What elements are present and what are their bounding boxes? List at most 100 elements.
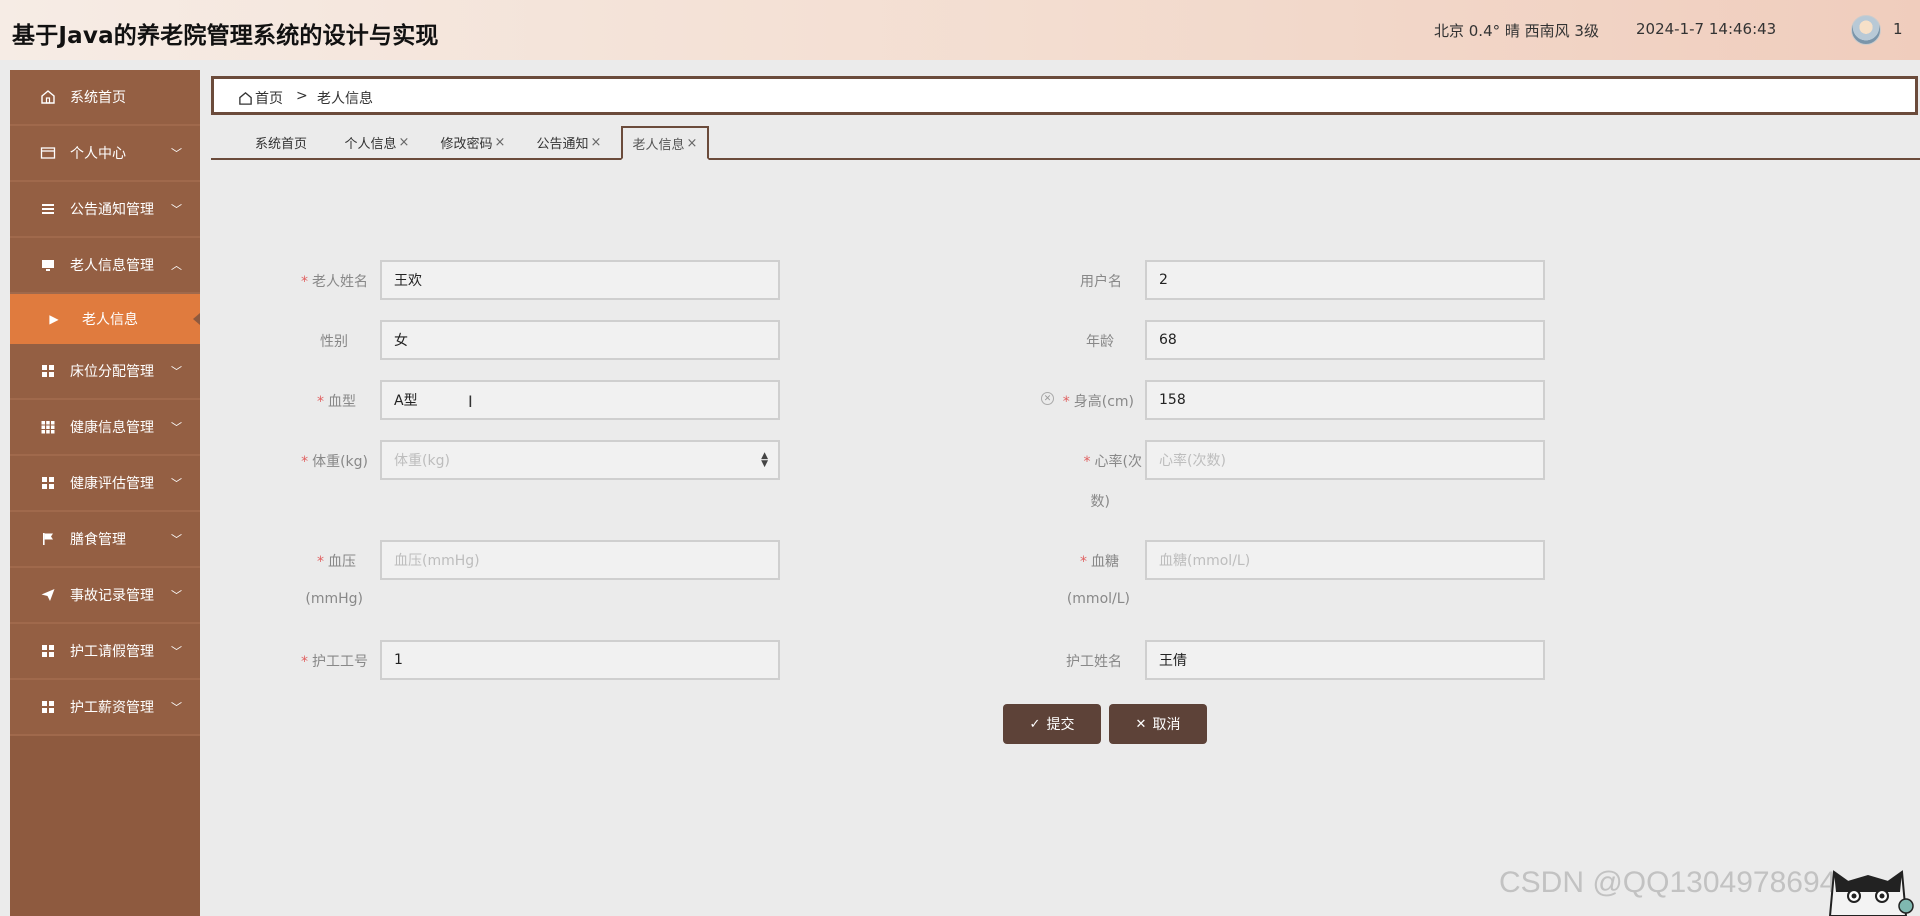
tab-personal-info[interactable]: 个人信息 × [337, 126, 417, 158]
sidebar-item-label: 公告通知管理 [70, 202, 154, 218]
sidebar-item-label: 膳食管理 [70, 532, 126, 548]
tab-elder-info[interactable]: 老人信息 × [621, 126, 709, 160]
sidebar: 系统首页 个人中心 ﹀ 公告通知管理 ﹀ 老人信息管理 ︿ ▶ 老人信息 床位分… [10, 70, 200, 916]
sidebar-item-elder-manage[interactable]: 老人信息管理 ︿ [10, 238, 200, 294]
age-input[interactable]: 68 [1145, 320, 1545, 360]
tab-change-password[interactable]: 修改密码 × [433, 126, 513, 158]
nurse-name-input[interactable]: 王倩 [1145, 640, 1545, 680]
send-icon [40, 587, 56, 603]
check-icon: ✓ [1029, 716, 1041, 732]
tab-label: 系统首页 [254, 136, 307, 152]
tab-label: 修改密码 [440, 136, 493, 152]
chevron-down-icon: ﹀ [171, 533, 182, 546]
close-icon[interactable]: × [495, 135, 506, 150]
blood-sugar-label: * 血糖 [1080, 554, 1119, 570]
weight-input[interactable]: 体重(kg) ▲ ▼ [380, 440, 780, 480]
breadcrumb-current: 老人信息 [317, 91, 373, 107]
close-icon[interactable]: × [687, 136, 698, 151]
close-icon[interactable]: × [399, 135, 410, 150]
heart-rate-label: * 心率(次 [1083, 454, 1142, 470]
card-icon [40, 145, 56, 161]
tab-label: 个人信息 [344, 136, 397, 152]
gender-select[interactable]: 女 [380, 320, 780, 360]
chevron-down-icon: ﹀ [171, 701, 182, 714]
breadcrumb-home-label: 首页 [255, 91, 283, 107]
sidebar-item-bed[interactable]: 床位分配管理 ﹀ [10, 344, 200, 400]
blood-pressure-label-cont: (mmHg) [305, 591, 363, 607]
number-spinner-icon[interactable]: ▲ ▼ [761, 452, 768, 469]
table-icon [40, 419, 56, 435]
sidebar-item-health-eval[interactable]: 健康评估管理 ﹀ [10, 456, 200, 512]
elder-name-input[interactable]: 王欢 [380, 260, 780, 300]
sidebar-item-nurse-salary[interactable]: 护工薪资管理 ﹀ [10, 680, 200, 736]
username-input[interactable]: 2 [1145, 260, 1545, 300]
close-icon[interactable]: × [591, 135, 602, 150]
chevron-down-icon: ﹀ [171, 365, 182, 378]
cancel-button[interactable]: ✕ 取消 [1109, 704, 1207, 744]
height-label: * 身高(cm) [1062, 394, 1134, 410]
height-input[interactable]: 158 [1145, 380, 1545, 420]
sidebar-item-label: 床位分配管理 [70, 364, 154, 380]
avatar[interactable] [1851, 15, 1881, 45]
submit-button[interactable]: ✓ 提交 [1003, 704, 1101, 744]
grid-icon [40, 699, 56, 715]
flag-icon [40, 531, 56, 547]
sidebar-item-nurse-leave[interactable]: 护工请假管理 ﹀ [10, 624, 200, 680]
tab-bar: 系统首页 个人信息 × 修改密码 × 公告通知 × 老人信息 × [211, 126, 1920, 160]
home-icon [239, 91, 252, 105]
chevron-down-icon: ﹀ [171, 147, 182, 160]
breadcrumb-home[interactable]: 首页 [238, 88, 283, 108]
nurse-id-label: * 护工工号 [301, 654, 368, 670]
tab-label: 公告通知 [536, 136, 589, 152]
breadcrumb-separator: > [296, 88, 308, 104]
datetime: 2024-1-7 14:46:43 [1636, 20, 1777, 38]
chevron-down-icon: ﹀ [171, 477, 182, 490]
chevron-down-icon: ﹀ [171, 421, 182, 434]
sidebar-item-notice[interactable]: 公告通知管理 ﹀ [10, 182, 200, 238]
app-title: 基于Java的养老院管理系统的设计与实现 [12, 23, 439, 49]
tab-notice[interactable]: 公告通知 × [529, 126, 609, 158]
sidebar-item-meal[interactable]: 膳食管理 ﹀ [10, 512, 200, 568]
blood-pressure-label: * 血压 [317, 554, 356, 570]
sidebar-item-label: 老人信息管理 [70, 258, 154, 274]
nurse-name-label: 护工姓名 [1066, 654, 1122, 670]
weight-label: * 体重(kg) [301, 454, 368, 470]
sidebar-item-health-info[interactable]: 健康信息管理 ﹀ [10, 400, 200, 456]
blood-sugar-label-cont: (mmol/L) [1066, 591, 1130, 607]
sidebar-item-home[interactable]: 系统首页 [10, 70, 200, 126]
sidebar-item-label: 健康评估管理 [70, 476, 154, 492]
grid-icon [40, 475, 56, 491]
tab-home[interactable]: 系统首页 [241, 126, 321, 158]
heart-rate-input[interactable]: 心率(次数) [1145, 440, 1545, 480]
cancel-label: 取消 [1152, 717, 1181, 733]
home-icon [40, 89, 56, 105]
weather-info: 北京 0.4° 晴 西南风 3级 [1434, 22, 1599, 40]
sidebar-item-label: 事故记录管理 [70, 588, 154, 604]
age-label: 年龄 [1086, 334, 1114, 350]
caret-right-icon: ▶ [49, 312, 59, 326]
sidebar-item-label: 老人信息 [82, 312, 138, 328]
heart-rate-label-cont: 数) [1090, 494, 1110, 510]
sidebar-item-accident[interactable]: 事故记录管理 ﹀ [10, 568, 200, 624]
nurse-id-input[interactable]: 1 [380, 640, 780, 680]
blood-type-input[interactable]: A型 [380, 380, 780, 420]
blood-pressure-input[interactable]: 血压(mmHg) [380, 540, 780, 580]
tab-label: 老人信息 [632, 137, 685, 153]
sidebar-item-label: 系统首页 [70, 90, 126, 106]
watermark: CSDN @QQ1304978694 [1499, 866, 1837, 899]
gender-label: 性别 [320, 334, 348, 350]
chevron-up-icon: ︿ [171, 259, 182, 272]
sidebar-item-personal[interactable]: 个人中心 ﹀ [10, 126, 200, 182]
sidebar-item-elder-info[interactable]: ▶ 老人信息 [10, 294, 200, 344]
user-name[interactable]: 1 [1893, 20, 1903, 38]
grid-icon [40, 643, 56, 659]
monitor-icon [40, 257, 56, 273]
list-icon [40, 201, 56, 217]
grid-icon [40, 363, 56, 379]
sidebar-item-label: 护工请假管理 [70, 644, 154, 660]
sidebar-item-label: 个人中心 [70, 146, 126, 162]
sidebar-item-label: 健康信息管理 [70, 420, 154, 436]
chevron-down-icon: ﹀ [171, 203, 182, 216]
sidebar-item-label: 护工薪资管理 [70, 700, 154, 716]
blood-sugar-input[interactable]: 血糖(mmol/L) [1145, 540, 1545, 580]
